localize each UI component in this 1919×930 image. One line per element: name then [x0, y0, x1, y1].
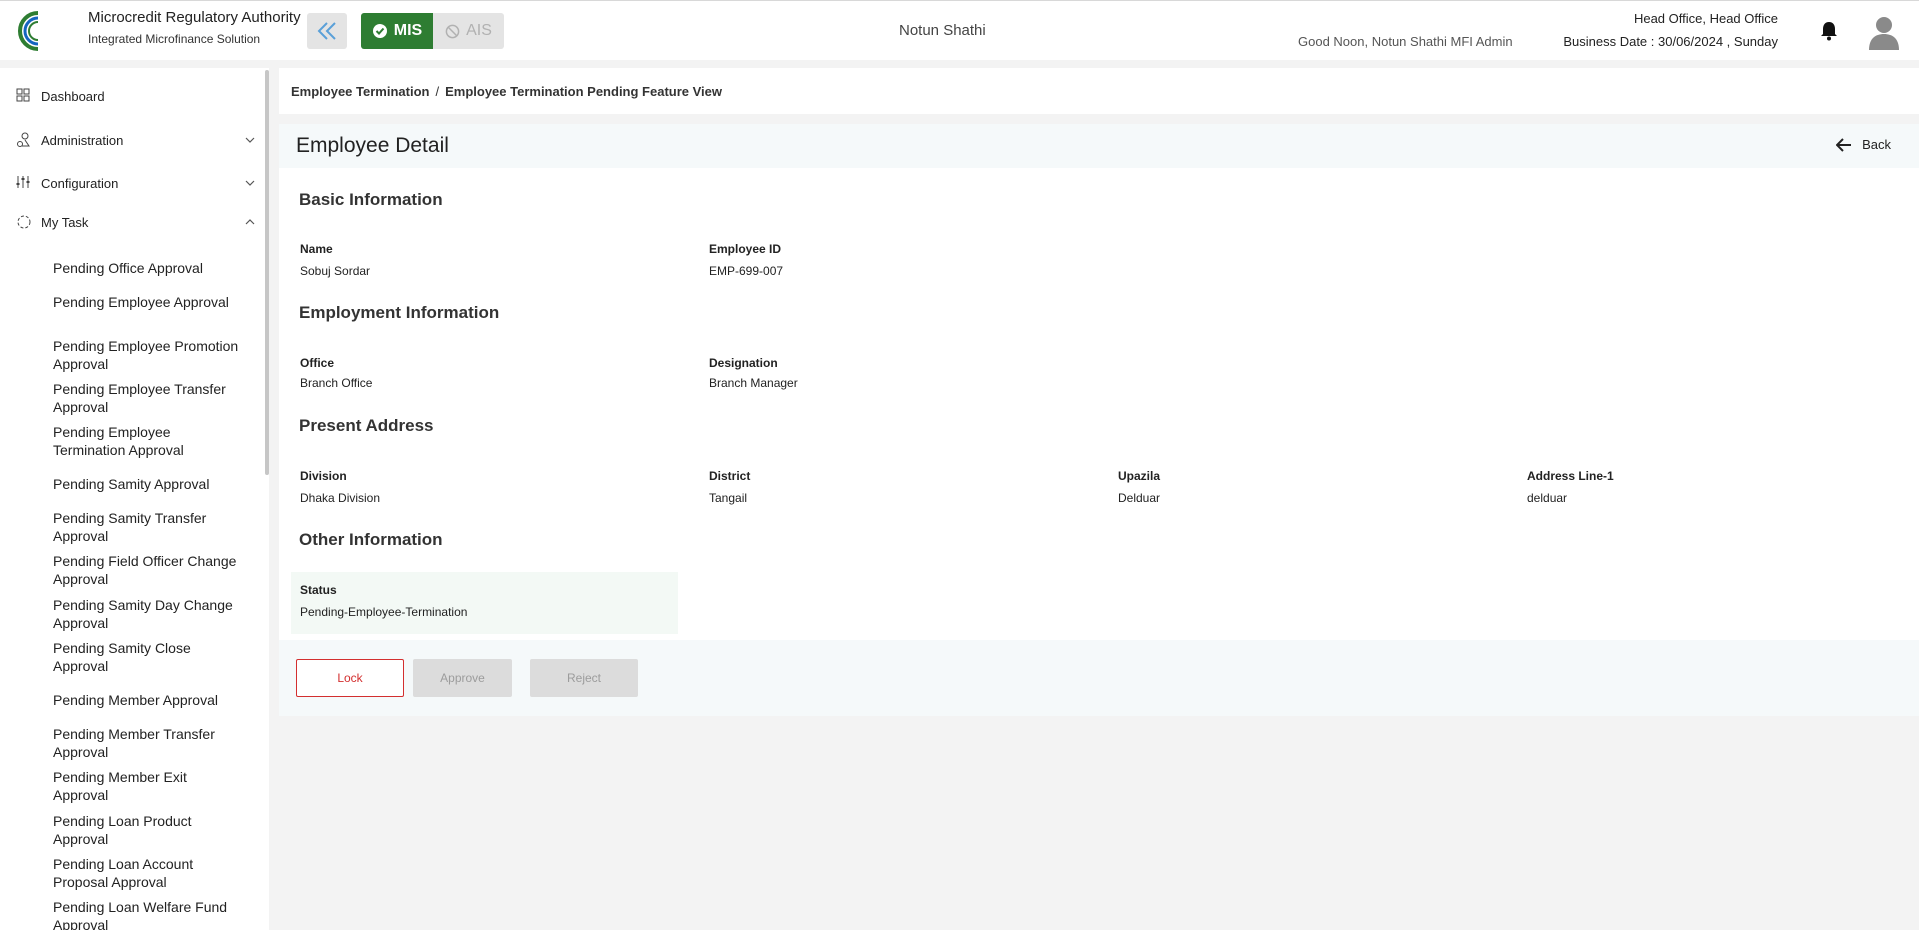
field-address-line-1: Address Line-1 delduar — [1527, 469, 1907, 505]
user-avatar-icon[interactable] — [1867, 14, 1901, 50]
back-button[interactable]: Back — [1836, 137, 1891, 152]
employee-detail-panel: Basic Information Name Sobuj Sordar Empl… — [279, 168, 1919, 640]
field-value: Branch Office — [300, 376, 373, 390]
field-value: EMP-699-007 — [709, 264, 784, 278]
task-icon — [16, 214, 32, 230]
field-employee-id: Employee ID EMP-699-007 — [709, 242, 1089, 278]
section-present-address: Present Address — [299, 416, 434, 435]
sliders-icon — [16, 175, 32, 191]
field-status: Status Pending-Employee-Termination — [300, 583, 680, 619]
task-pending-member-approval[interactable]: Pending Member Approval — [53, 691, 243, 709]
field-division: Division Dhaka Division — [300, 469, 680, 505]
status-value: Pending-Employee-Termination — [300, 605, 468, 619]
sidebar: Dashboard Administration Configuration M… — [0, 68, 269, 930]
field-label: Employee ID — [709, 242, 782, 256]
field-label: Name — [300, 242, 333, 256]
arrow-left-icon — [1836, 137, 1852, 152]
field-district: District Tangail — [709, 469, 1089, 505]
field-value: Branch Manager — [709, 376, 798, 390]
sidebar-scrollbar[interactable] — [265, 70, 269, 475]
field-upazila: Upazila Delduar — [1118, 469, 1498, 505]
field-label: Division — [300, 469, 347, 483]
field-label: District — [709, 469, 751, 483]
reject-button[interactable]: Reject — [530, 659, 638, 697]
page-title: Employee Detail — [296, 134, 449, 157]
sidebar-item-my-task[interactable]: My Task — [16, 210, 256, 234]
sidebar-item-label: Configuration — [41, 175, 119, 191]
mis-label: MIS — [393, 22, 423, 39]
status-box: Status Pending-Employee-Termination — [291, 572, 678, 634]
task-pending-member-exit[interactable]: Pending Member Exit Approval — [53, 768, 243, 804]
field-value: Tangail — [709, 491, 748, 505]
task-pending-employee-approval[interactable]: Pending Employee Approval — [53, 293, 243, 311]
section-basic-information: Basic Information — [299, 190, 443, 209]
sidebar-item-configuration[interactable]: Configuration — [16, 171, 256, 195]
lock-button[interactable]: Lock — [296, 659, 404, 697]
sidebar-item-administration[interactable]: Administration — [16, 128, 256, 152]
top-header: Microcredit Regulatory Authority Integra… — [0, 0, 1919, 60]
breadcrumb: Employee Termination / Employee Terminat… — [279, 68, 1919, 114]
field-designation: Designation Branch Manager — [709, 356, 1089, 390]
business-date: Business Date : 30/06/2024 , Sunday — [1563, 34, 1778, 49]
mis-button[interactable]: MIS — [361, 13, 433, 49]
chevron-up-icon — [245, 219, 255, 225]
chevron-down-icon — [245, 137, 255, 143]
field-label: Office — [300, 356, 335, 370]
chevron-down-icon — [245, 180, 255, 186]
section-employment-information: Employment Information — [299, 303, 500, 322]
task-pending-office-approval[interactable]: Pending Office Approval — [53, 259, 243, 277]
task-pending-employee-promotion[interactable]: Pending Employee Promotion Approval — [53, 337, 243, 373]
field-label: Address Line-1 — [1527, 469, 1614, 483]
breadcrumb-separator: / — [435, 83, 440, 99]
sidebar-item-label: My Task — [41, 214, 89, 230]
admin-icon — [16, 132, 32, 148]
breadcrumb-parent[interactable]: Employee Termination — [291, 84, 429, 99]
field-value: Dhaka Division — [300, 491, 381, 505]
action-bar: Lock Approve Reject — [279, 640, 1919, 716]
current-office: Head Office, Head Office — [1633, 11, 1778, 26]
breadcrumb-current: Employee Termination Pending Feature Vie… — [445, 83, 723, 99]
notification-bell-icon[interactable] — [1819, 20, 1839, 42]
block-icon — [445, 24, 460, 38]
ais-label: AIS — [466, 22, 492, 39]
detail-header: Employee Detail Back — [279, 124, 1919, 168]
sidebar-item-label: Dashboard — [41, 88, 105, 104]
section-other-information: Other Information — [299, 530, 443, 549]
approve-button[interactable]: Approve — [413, 659, 512, 697]
task-pending-member-transfer[interactable]: Pending Member Transfer Approval — [53, 725, 243, 761]
field-value: delduar — [1527, 491, 1568, 505]
back-label: Back — [1862, 137, 1891, 152]
task-pending-samity-approval[interactable]: Pending Samity Approval — [53, 475, 243, 493]
sidebar-item-label: Administration — [41, 132, 124, 148]
field-value: Sobuj Sordar — [300, 264, 371, 278]
task-pending-samity-close[interactable]: Pending Samity Close Approval — [53, 639, 243, 675]
task-pending-employee-termination[interactable]: Pending Employee Termination Approval — [53, 423, 243, 459]
field-value: Delduar — [1118, 491, 1161, 505]
check-circle-icon — [372, 24, 387, 38]
field-office: Office Branch Office — [300, 356, 680, 390]
task-pending-field-officer-change[interactable]: Pending Field Officer Change Approval — [53, 552, 243, 588]
task-pending-loan-account-proposal[interactable]: Pending Loan Account Proposal Approval — [53, 855, 243, 891]
ais-button[interactable]: AIS — [433, 13, 504, 49]
field-name: Name Sobuj Sordar — [300, 242, 680, 278]
task-pending-samity-transfer[interactable]: Pending Samity Transfer Approval — [53, 509, 243, 545]
task-pending-loan-welfare-fund[interactable]: Pending Loan Welfare Fund Approval — [53, 898, 243, 930]
org-name: Notun Shathi — [899, 22, 986, 39]
grid-icon — [16, 88, 32, 104]
field-label: Upazila — [1118, 469, 1161, 483]
field-label: Status — [300, 583, 337, 597]
sidebar-collapse-button[interactable] — [307, 13, 347, 49]
mra-logo — [14, 7, 82, 53]
task-pending-loan-product[interactable]: Pending Loan Product Approval — [53, 812, 243, 848]
field-label: Designation — [709, 356, 778, 370]
greeting-text: Good Noon, Notun Shathi MFI Admin — [1298, 34, 1513, 49]
brand-title: Microcredit Regulatory Authority — [88, 9, 301, 26]
double-chevron-left-icon — [317, 22, 336, 40]
sidebar-item-dashboard[interactable]: Dashboard — [16, 84, 256, 108]
task-pending-employee-transfer[interactable]: Pending Employee Transfer Approval — [53, 380, 243, 416]
task-pending-samity-day-change[interactable]: Pending Samity Day Change Approval — [53, 596, 243, 632]
brand-subtitle: Integrated Microfinance Solution — [88, 32, 261, 46]
